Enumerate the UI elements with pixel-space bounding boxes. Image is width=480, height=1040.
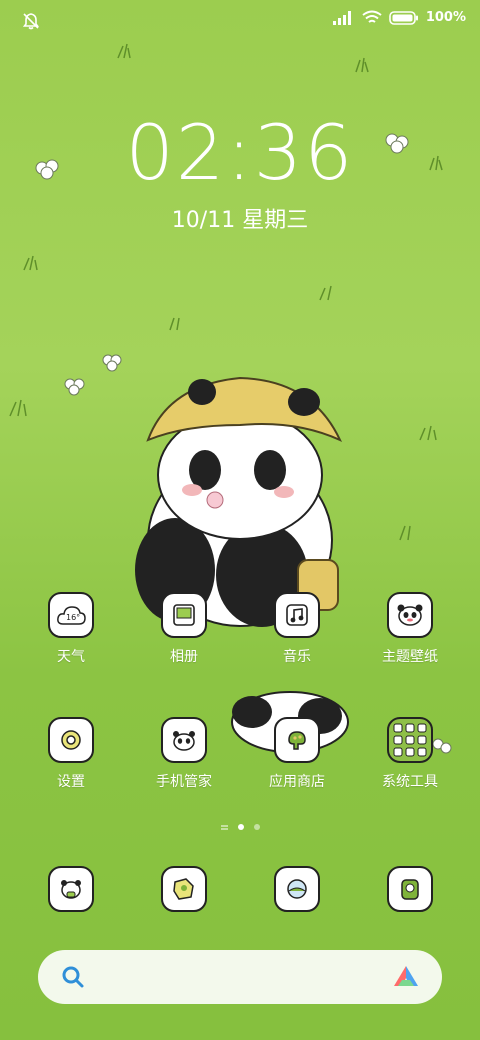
app-label-system-tools: 系统工具: [382, 774, 438, 790]
page-indicator-dot-current[interactable]: [237, 824, 244, 830]
system-tools-folder-icon[interactable]: [387, 717, 433, 763]
dock-camera[interactable]: [362, 866, 458, 912]
app-theme[interactable]: 主题壁纸: [362, 592, 458, 666]
clock-date: 10/11 星期三: [171, 208, 309, 233]
app-phone-manager[interactable]: 手机管家: [136, 717, 232, 791]
assistant-icon[interactable]: [392, 964, 420, 990]
app-weather[interactable]: 16° 天气: [23, 592, 119, 666]
app-store-icon[interactable]: [274, 717, 320, 763]
dock-browser[interactable]: [249, 866, 345, 912]
wifi-icon: [362, 10, 382, 23]
status-icons: 100%: [332, 10, 466, 25]
app-label-app-store: 应用商店: [269, 774, 325, 790]
page-indicator-minus-one[interactable]: [220, 824, 228, 827]
clock-time: 02:36: [125, 108, 355, 197]
app-label-theme: 主题壁纸: [382, 649, 438, 665]
browser-icon[interactable]: [274, 866, 320, 912]
messages-icon[interactable]: [161, 866, 207, 912]
folder-system-tools[interactable]: 系统工具: [362, 717, 458, 791]
app-label-music: 音乐: [283, 649, 311, 665]
phone-manager-icon[interactable]: [161, 717, 207, 763]
search-bar[interactable]: [38, 950, 442, 1004]
battery-percentage: 100%: [425, 10, 466, 25]
notification-muted-icon: [22, 13, 40, 30]
battery-icon: [389, 10, 418, 25]
gallery-icon[interactable]: [161, 592, 207, 638]
weather-icon[interactable]: 16°: [48, 592, 94, 638]
page-indicator-dot[interactable]: [253, 824, 260, 830]
settings-icon[interactable]: [48, 717, 94, 763]
app-label-phone-manager: 手机管家: [156, 774, 212, 790]
app-gallery[interactable]: 相册: [136, 592, 232, 666]
status-bar: 100%: [0, 0, 480, 40]
camera-icon[interactable]: [387, 866, 433, 912]
page-indicator[interactable]: [0, 824, 480, 830]
theme-icon[interactable]: [387, 592, 433, 638]
search-icon[interactable]: [60, 964, 86, 990]
signal-icon: [332, 10, 351, 25]
phone-icon[interactable]: [48, 866, 94, 912]
dock-phone[interactable]: [23, 866, 119, 912]
app-label-weather: 天气: [57, 649, 85, 665]
app-label-settings: 设置: [57, 774, 85, 790]
weather-temp-badge: 16°: [66, 613, 80, 622]
music-icon[interactable]: [274, 592, 320, 638]
app-music[interactable]: 音乐: [249, 592, 345, 666]
app-label-gallery: 相册: [170, 649, 198, 665]
dock-messages[interactable]: [136, 866, 232, 912]
app-settings[interactable]: 设置: [23, 717, 119, 791]
app-app-store[interactable]: 应用商店: [249, 717, 345, 791]
